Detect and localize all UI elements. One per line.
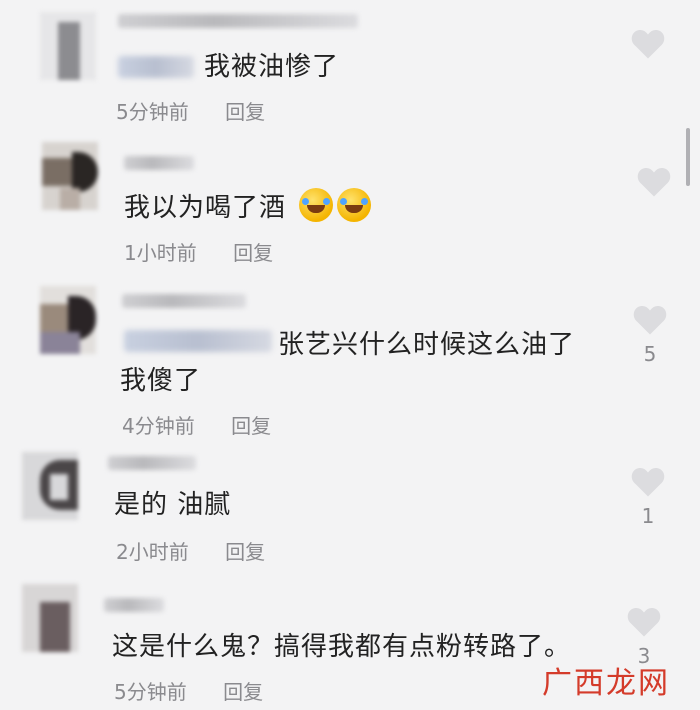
username-redacted[interactable] — [124, 156, 194, 170]
comment-item: 是的 油腻 2小时前 回复 1 — [0, 446, 700, 576]
reply-to-redacted — [124, 330, 272, 352]
heart-icon — [627, 608, 661, 637]
like-button[interactable]: 1 — [628, 466, 668, 528]
comment-text-line1: 张艺兴什么时候这么油了 — [278, 330, 576, 360]
comment-text: 是的 油腻 — [114, 490, 232, 520]
reply-button[interactable]: 回复 — [231, 410, 271, 439]
like-count: 1 — [641, 504, 655, 528]
username-redacted[interactable] — [118, 14, 358, 28]
avatar[interactable] — [22, 452, 78, 520]
reply-to-redacted — [118, 56, 194, 78]
comment-text: 这是什么鬼？搞得我都有点粉转路了。 — [112, 632, 572, 662]
comment-meta: 1小时前 回复 — [124, 237, 273, 266]
heart-icon — [631, 468, 665, 497]
comments-screen: { "comments": [ { "text": "我被油惨了", "time… — [0, 0, 700, 710]
like-count: 5 — [643, 342, 657, 366]
comment-time: 4分钟前 — [122, 414, 195, 438]
like-button[interactable] — [634, 166, 674, 198]
reply-button[interactable]: 回复 — [225, 536, 265, 565]
scrollbar[interactable] — [686, 128, 690, 186]
username-redacted[interactable] — [104, 598, 164, 612]
like-button[interactable] — [628, 28, 668, 60]
reply-button[interactable]: 回复 — [233, 237, 273, 266]
avatar[interactable] — [40, 12, 96, 80]
comment-item: 我被油惨了 5分钟前 回复 — [0, 0, 700, 130]
comment-text-line2: 我傻了 — [120, 366, 202, 396]
comment-meta: 5分钟前 回复 — [114, 676, 263, 705]
comment-time: 5分钟前 — [114, 680, 187, 704]
avatar[interactable] — [22, 584, 78, 652]
laughing-crying-emoji-icon — [337, 188, 372, 222]
like-button[interactable]: 5 — [630, 304, 670, 366]
comment-time: 2小时前 — [116, 540, 189, 564]
reply-button[interactable]: 回复 — [225, 96, 265, 125]
comment-meta: 2小时前 回复 — [116, 536, 265, 565]
comment-time: 1小时前 — [124, 241, 197, 265]
comment-text: 我以为喝了酒 — [124, 188, 372, 227]
reply-button[interactable]: 回复 — [223, 676, 263, 705]
comment-meta: 5分钟前 回复 — [116, 96, 265, 125]
avatar[interactable] — [40, 286, 96, 354]
comment-item: 张艺兴什么时候这么油了 我傻了 4分钟前 回复 5 — [0, 276, 700, 446]
username-redacted[interactable] — [122, 294, 246, 308]
heart-icon — [631, 30, 665, 59]
username-redacted[interactable] — [108, 456, 196, 470]
laughing-crying-emoji-icon — [299, 188, 334, 222]
watermark: 广西龙网 — [542, 666, 670, 701]
avatar[interactable] — [42, 142, 98, 210]
comment-text: 我被油惨了 — [204, 52, 340, 82]
comment-meta: 4分钟前 回复 — [122, 410, 271, 439]
comment-time: 5分钟前 — [116, 100, 189, 124]
heart-icon — [633, 306, 667, 335]
heart-icon — [637, 168, 671, 197]
comment-text-content: 我以为喝了酒 — [124, 193, 287, 223]
comment-item: 我以为喝了酒 1小时前 回复 — [0, 130, 700, 270]
